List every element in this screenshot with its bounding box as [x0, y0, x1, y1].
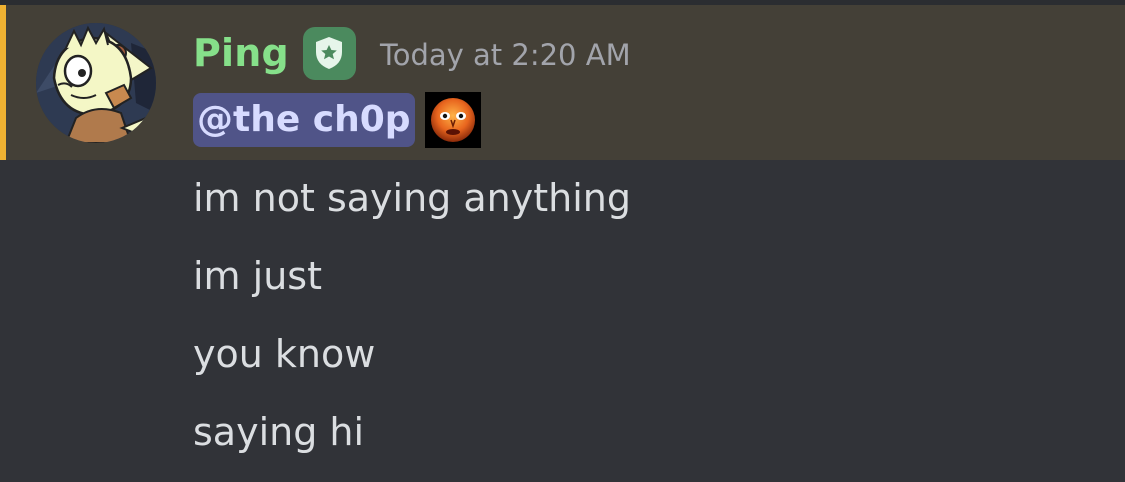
- timestamp: Today at 2:20 AM: [379, 38, 631, 72]
- mentioned-message[interactable]: Ping Today at 2:20 AM @the ch0p: [0, 5, 1125, 160]
- role-badge[interactable]: [302, 26, 356, 80]
- avatar[interactable]: [36, 23, 156, 143]
- message-header: Ping Today at 2:20 AM: [193, 23, 631, 83]
- mention-highlight-bar: [0, 5, 6, 160]
- username[interactable]: Ping: [193, 31, 289, 75]
- message-line: saying hi: [193, 410, 365, 454]
- user-mention[interactable]: @the ch0p: [193, 93, 415, 147]
- chat-view: Ping Today at 2:20 AM @the ch0p im not s…: [0, 0, 1125, 482]
- message-line: you know: [193, 332, 376, 376]
- cartoon-creature-avatar-icon: [36, 23, 156, 143]
- message-line: im just: [193, 254, 322, 298]
- message-line: im not saying anything: [193, 176, 631, 220]
- shield-star-icon: [316, 37, 343, 69]
- message-content-first-line: @the ch0p: [193, 92, 481, 148]
- orange-face-emoji-icon[interactable]: [424, 92, 481, 148]
